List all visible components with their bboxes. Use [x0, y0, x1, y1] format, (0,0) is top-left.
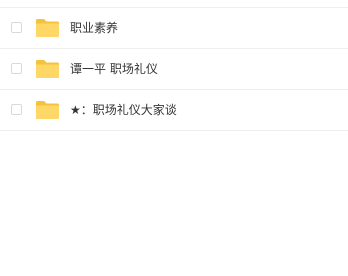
row-checkbox[interactable] [11, 22, 22, 33]
file-name-link[interactable]: 谭一平 职场礼仪 [70, 61, 158, 77]
file-name-link[interactable]: 职业素养 [70, 20, 118, 36]
folder-icon[interactable] [35, 59, 60, 79]
file-list: 职业素养 谭一平 职场礼仪 ★：职场礼仪大家谈 [0, 0, 348, 131]
file-name-link[interactable]: ★：职场礼仪大家谈 [70, 102, 177, 118]
list-item[interactable]: ★：职场礼仪大家谈 [0, 90, 348, 131]
folder-icon[interactable] [35, 100, 60, 120]
row-checkbox[interactable] [11, 63, 22, 74]
list-top-divider [0, 0, 348, 8]
row-checkbox[interactable] [11, 104, 22, 115]
list-item[interactable]: 职业素养 [0, 8, 348, 49]
folder-icon[interactable] [35, 18, 60, 38]
list-item[interactable]: 谭一平 职场礼仪 [0, 49, 348, 90]
